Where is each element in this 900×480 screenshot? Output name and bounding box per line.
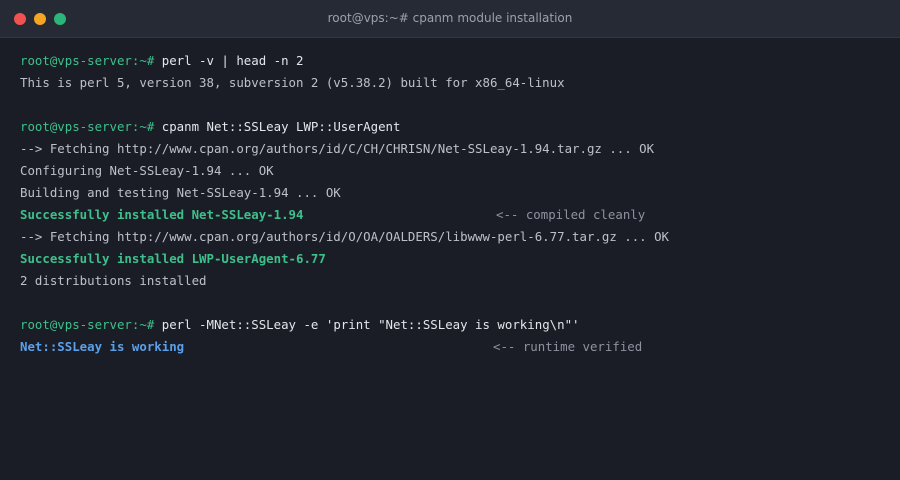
terminal-window: root@vps:~# cpanm module installation ro… xyxy=(0,0,900,480)
success-text: Successfully installed LWP-UserAgent-6.7… xyxy=(20,251,326,266)
command-text: perl -MNet::SSLeay -e 'print "Net::SSLea… xyxy=(154,317,580,332)
window-title: root@vps:~# cpanm module installation xyxy=(327,11,573,25)
terminal-output[interactable]: root@vps-server:~# perl -v | head -n 2 T… xyxy=(20,50,880,358)
shell-prompt: root@vps-server:~# xyxy=(20,53,155,68)
output-line: --> Fetching http://www.cpan.org/authors… xyxy=(20,141,655,156)
command-line: root@vps-server:~# perl -v | head -n 2 xyxy=(20,50,880,72)
output-line: 2 distributions installed xyxy=(20,273,207,288)
command-text: perl -v | head -n 2 xyxy=(154,53,304,68)
command-line: root@vps-server:~# cpanm Net::SSLeay LWP… xyxy=(20,116,880,138)
shell-prompt: root@vps-server:~# xyxy=(20,317,155,332)
output-line: --> Fetching http://www.cpan.org/authors… xyxy=(20,229,670,244)
verified-line: Net::SSLeay is working <-- runtime verifi… xyxy=(20,336,880,358)
output-line: Building and testing Net-SSLeay-1.94 ...… xyxy=(20,185,341,200)
command-line: root@vps-server:~# perl -MNet::SSLeay -e… xyxy=(20,314,880,336)
success-line: Successfully installed LWP-UserAgent-6.7… xyxy=(20,248,880,270)
success-text: Successfully installed Net-SSLeay-1.94 xyxy=(20,207,304,222)
success-line: Successfully installed Net-SSLeay-1.94 <-… xyxy=(20,204,880,226)
verified-output: Net::SSLeay is working xyxy=(20,339,185,354)
shell-prompt: root@vps-server:~# xyxy=(20,119,155,134)
title-bar[interactable]: root@vps:~# cpanm module installation xyxy=(0,0,900,38)
output-line: Configuring Net-SSLeay-1.94 ... OK xyxy=(20,163,274,178)
output-line: This is perl 5, version 38, subversion 2… xyxy=(20,75,565,90)
annotation-note: <-- compiled cleanly xyxy=(496,207,646,222)
command-text: cpanm Net::SSLeay LWP::UserAgent xyxy=(154,119,401,134)
annotation-note: <-- runtime verified xyxy=(493,339,643,354)
